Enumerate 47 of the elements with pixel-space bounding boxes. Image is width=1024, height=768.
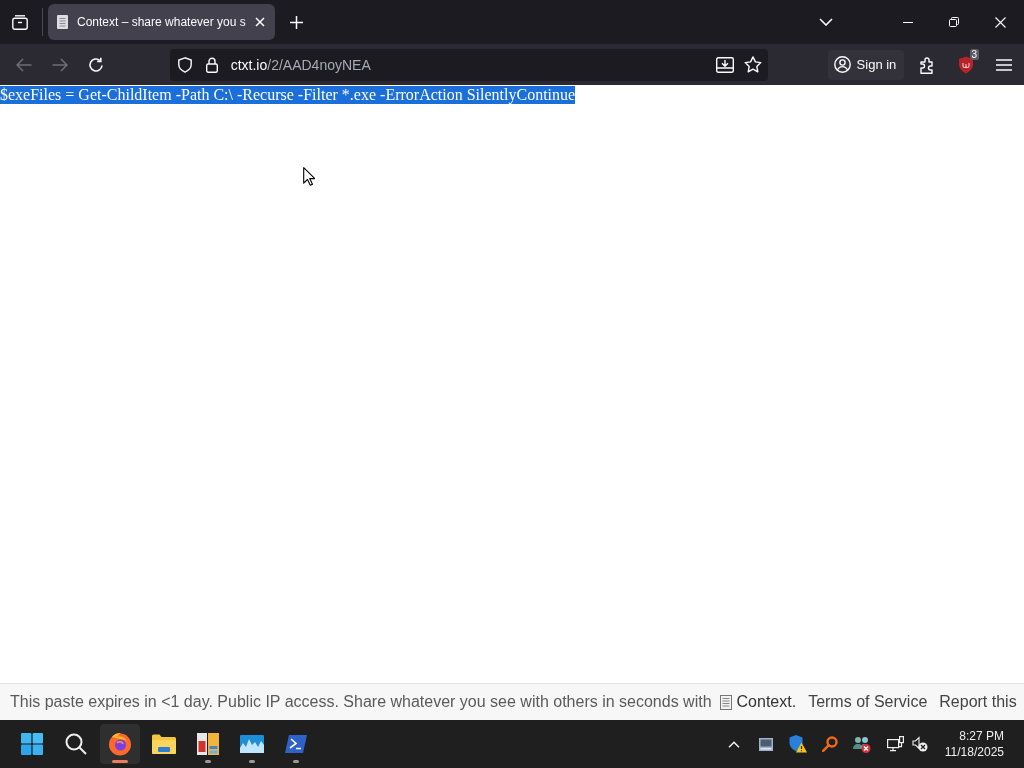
chevron-down-icon <box>819 18 833 26</box>
back-arrow-icon <box>15 57 32 72</box>
star-icon[interactable] <box>743 56 762 73</box>
address-bar[interactable]: ctxt.io/2/AAD4noyNEA <box>169 48 768 81</box>
minimize-icon <box>903 21 913 23</box>
reload-icon <box>87 56 104 73</box>
page-icon <box>719 694 732 710</box>
area-chart-icon <box>240 735 264 753</box>
plus-icon <box>290 15 304 29</box>
account-icon <box>833 56 851 73</box>
extension-button[interactable]: 3 <box>950 48 983 81</box>
clock-button[interactable]: 8:27 PM 11/18/2025 <box>936 724 1016 764</box>
brand-link[interactable]: Context. <box>719 693 797 711</box>
magnifier-icon <box>822 736 838 752</box>
card-stack-icon <box>12 14 28 30</box>
taskbar-app-button[interactable] <box>100 724 140 764</box>
people-error-icon <box>853 735 871 753</box>
tab-title: Context – share whatever you s <box>77 15 246 29</box>
folder-icon <box>152 734 176 754</box>
footer-link[interactable]: Report this <box>939 693 1017 711</box>
four-squares-icon <box>21 733 43 755</box>
terminal-prompt-icon <box>285 735 307 753</box>
panels-icon <box>197 733 219 755</box>
page-icon <box>57 15 68 29</box>
menu-icon <box>996 58 1013 71</box>
speaker-muted-icon <box>911 736 928 752</box>
shield-warning-icon <box>789 735 807 753</box>
mouse-pointer-icon <box>303 167 315 186</box>
close-icon[interactable] <box>254 17 265 27</box>
url-domain: ctxt.io <box>230 56 268 73</box>
extension-badge: 3 <box>969 48 980 60</box>
download-icon[interactable] <box>715 56 734 73</box>
close-icon <box>994 16 1006 28</box>
url-path: /2/AAD4noyNEA <box>267 56 371 73</box>
shield-icon <box>177 56 192 73</box>
forward-arrow-icon <box>51 57 68 72</box>
browser-tab[interactable]: Context – share whatever you s <box>48 4 275 40</box>
screen-icon <box>759 737 773 751</box>
restore-icon <box>949 17 959 27</box>
sign-in-button[interactable]: Sign in <box>827 49 905 80</box>
footer-link[interactable]: Terms of Service <box>808 693 928 711</box>
expiry-notice: This paste expires in <1 day. Public IP access. Share whatever you see with others in seconds with <box>10 693 712 711</box>
network-monitor-icon <box>886 736 904 752</box>
flame-globe-icon <box>108 732 132 756</box>
search-icon <box>65 733 87 755</box>
chevron-up-icon <box>728 740 740 748</box>
lock-icon <box>205 56 218 73</box>
